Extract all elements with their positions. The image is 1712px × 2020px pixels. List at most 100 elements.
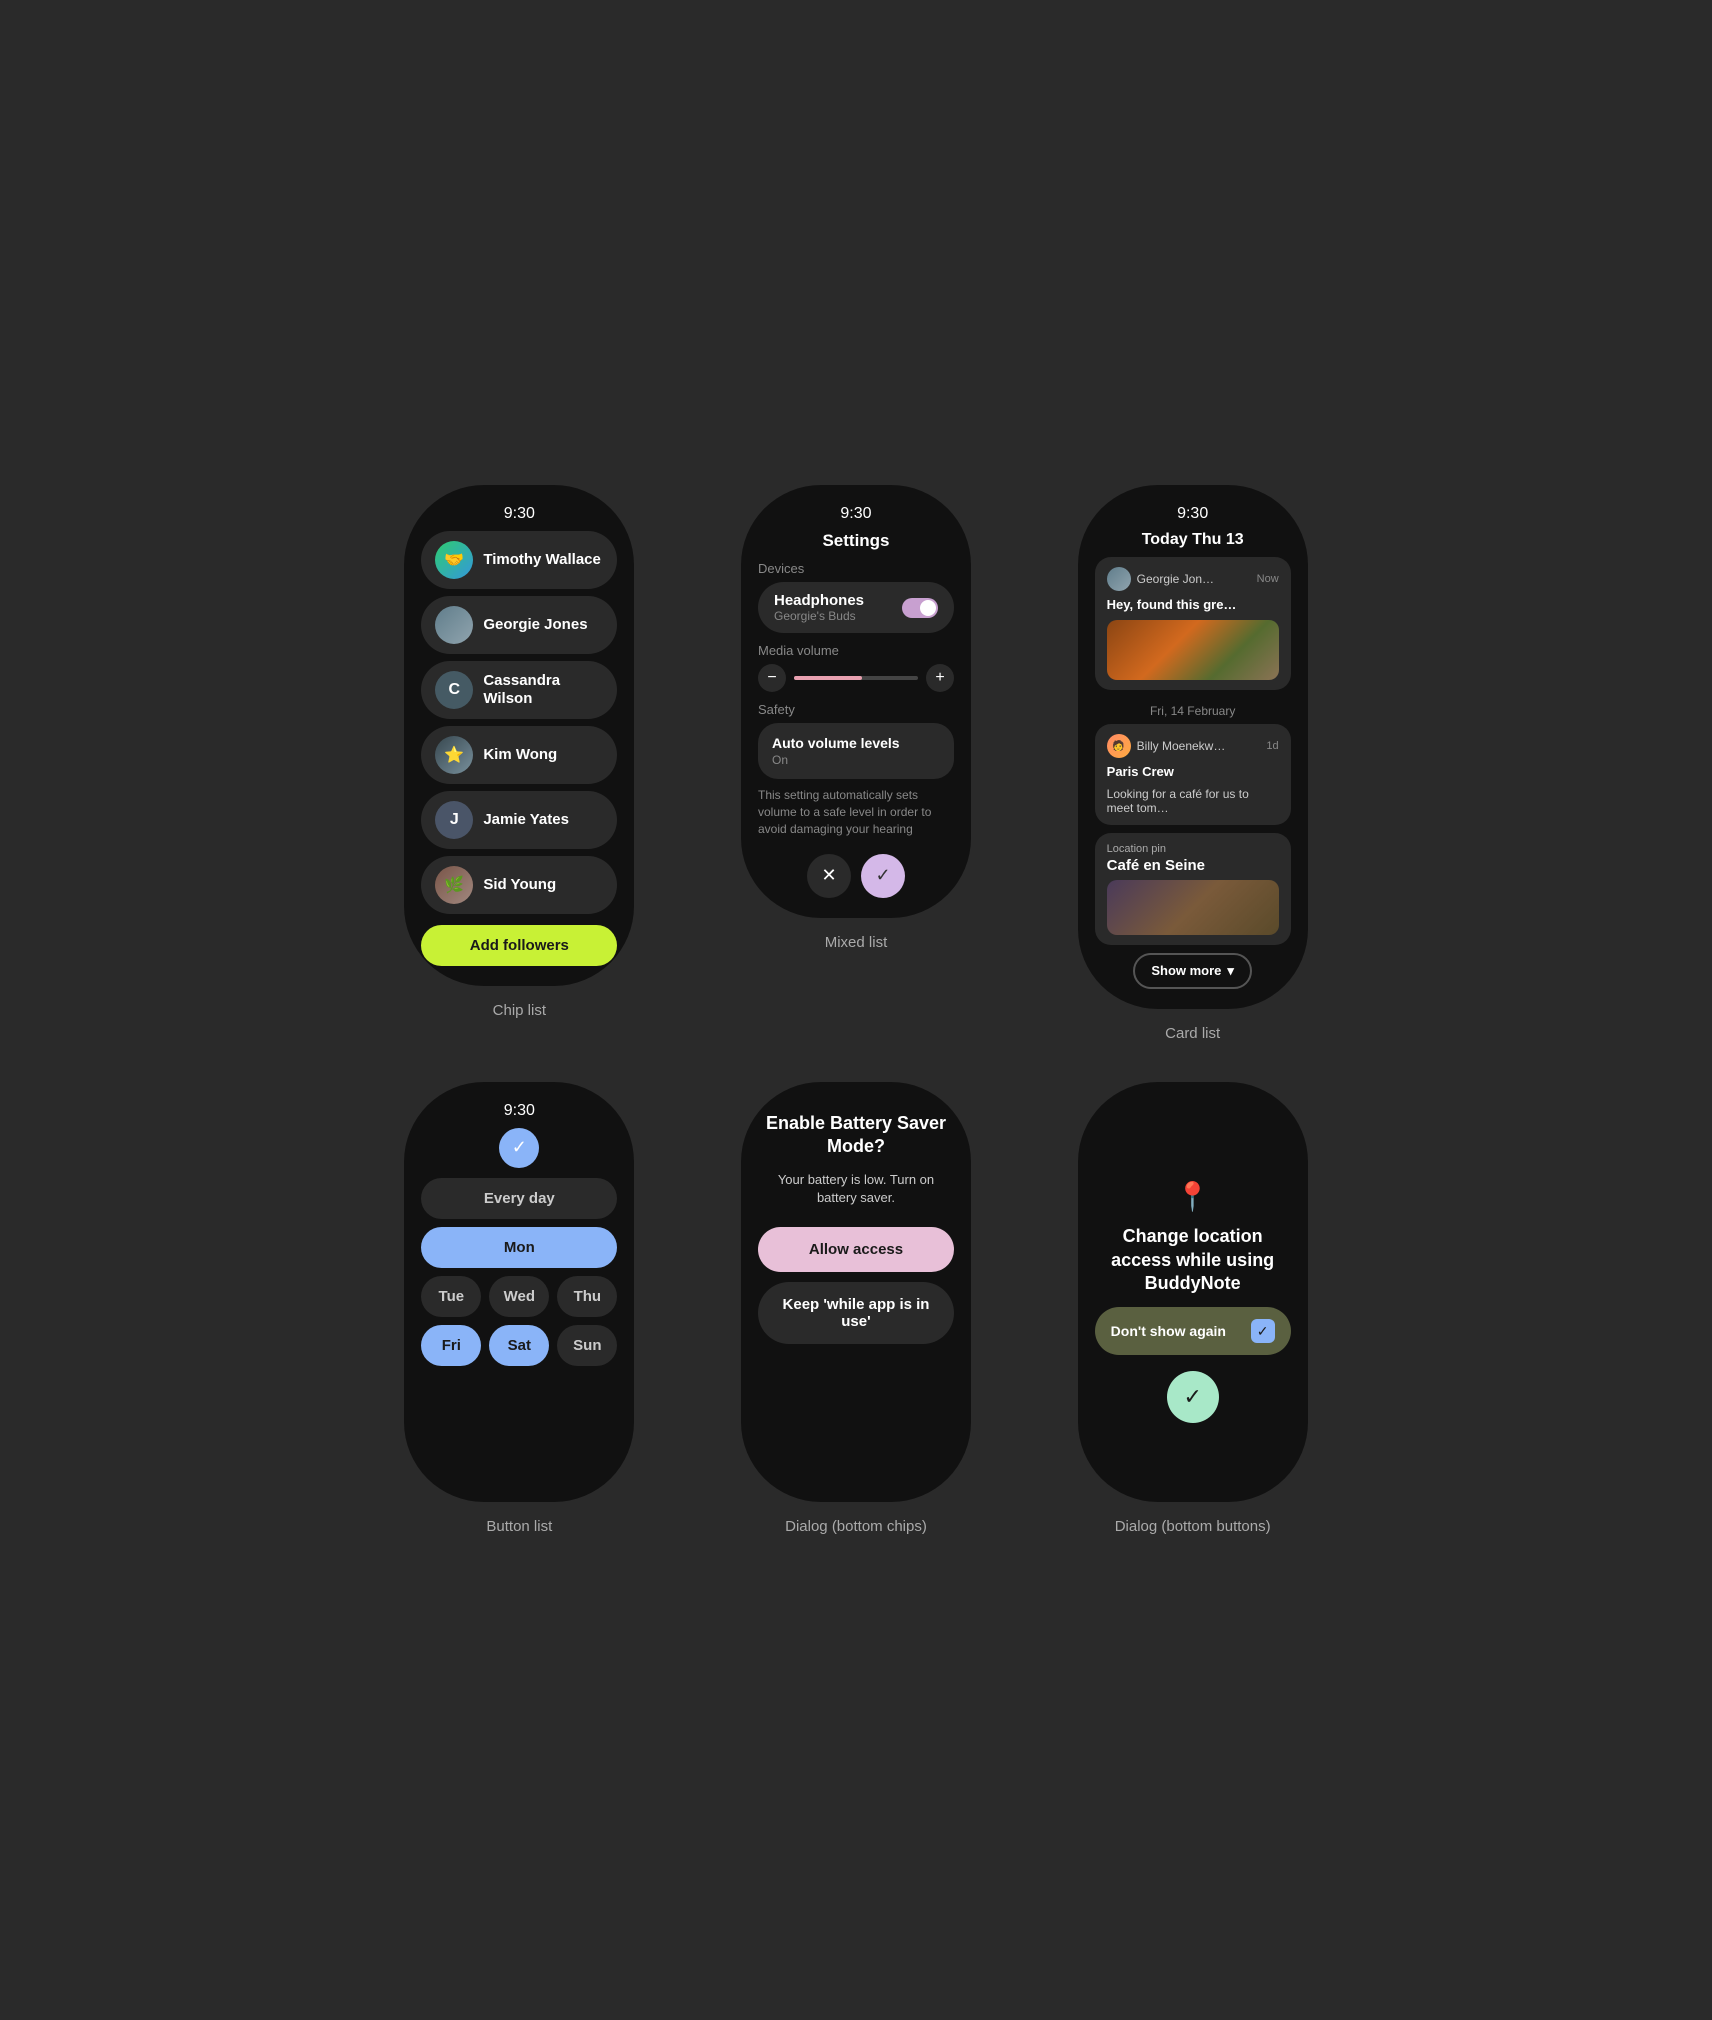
- notif-time-billy: 1d: [1266, 740, 1278, 752]
- volume-up-button[interactable]: +: [926, 664, 954, 692]
- device-dialog-chips: Enable Battery Saver Mode? Your battery …: [741, 1082, 971, 1502]
- contact-jamie[interactable]: J Jamie Yates: [421, 791, 617, 849]
- dont-show-again-row[interactable]: Don't show again ✓: [1095, 1307, 1291, 1355]
- device-card-list: 9:30 Today Thu 13 Georgie Jon… Now Hey, …: [1078, 485, 1308, 1009]
- time-mixed: 9:30: [840, 505, 871, 523]
- card-list-label: Card list: [1165, 1025, 1220, 1042]
- dont-show-label: Don't show again: [1111, 1323, 1226, 1339]
- contact-sid[interactable]: 🌿 Sid Young: [421, 856, 617, 914]
- contact-georgie[interactable]: Georgie Jones: [421, 596, 617, 654]
- name-georgie: Georgie Jones: [483, 616, 587, 634]
- headphones-toggle[interactable]: [902, 598, 938, 618]
- add-followers-button[interactable]: Add followers: [421, 925, 617, 966]
- notif-georgie[interactable]: Georgie Jon… Now Hey, found this gre…: [1095, 557, 1291, 690]
- time-card: 9:30: [1177, 505, 1208, 523]
- show-more-label: Show more: [1151, 963, 1221, 978]
- avatar-cassandra: C: [435, 671, 473, 709]
- dialog-buttons-label: Dialog (bottom buttons): [1115, 1518, 1271, 1535]
- volume-bar[interactable]: [794, 676, 918, 680]
- auto-volume-title: Auto volume levels: [772, 735, 940, 751]
- safety-label: Safety: [758, 702, 954, 717]
- avatar-jamie: J: [435, 801, 473, 839]
- day-thu[interactable]: Thu: [557, 1276, 617, 1317]
- contact-timothy[interactable]: 🤝 Timothy Wallace: [421, 531, 617, 589]
- volume-down-button[interactable]: −: [758, 664, 786, 692]
- mixed-list-label: Mixed list: [825, 934, 888, 951]
- button-list-label: Button list: [486, 1518, 552, 1535]
- notif-name-georgie: Georgie Jon…: [1137, 572, 1251, 586]
- widget-chip-list: 9:30 🤝 Timothy Wallace Georgie Jones C C…: [366, 485, 673, 1042]
- device-button-list: 9:30 ✓ Every day Mon Tue Wed Thu Fri Sat…: [404, 1082, 634, 1502]
- widget-mixed-list: 9:30 Settings Devices Headphones Georgie…: [703, 485, 1010, 1042]
- avatar-georgie-small: [1107, 567, 1131, 591]
- name-cassandra: Cassandra Wilson: [483, 672, 603, 708]
- battery-dialog-title: Enable Battery Saver Mode?: [757, 1112, 955, 1159]
- dont-show-checkbox[interactable]: ✓: [1251, 1319, 1275, 1343]
- notif-image-food: [1107, 620, 1279, 680]
- device-mixed-list: 9:30 Settings Devices Headphones Georgie…: [741, 485, 971, 917]
- name-timothy: Timothy Wallace: [483, 551, 601, 569]
- settings-title: Settings: [822, 531, 889, 551]
- volume-row: − +: [758, 664, 954, 692]
- day-tue[interactable]: Tue: [421, 1276, 481, 1317]
- location-name: Café en Seine: [1107, 857, 1279, 874]
- notif-name-billy: Billy Moenekw…: [1137, 739, 1261, 753]
- auto-volume-row[interactable]: Auto volume levels On: [758, 723, 954, 779]
- day-sat[interactable]: Sat: [489, 1325, 549, 1366]
- day-mon[interactable]: Mon: [421, 1227, 617, 1268]
- notif-title-billy: Paris Crew: [1107, 764, 1279, 781]
- notif-title-georgie: Hey, found this gre…: [1107, 597, 1279, 614]
- time-chip: 9:30: [504, 505, 535, 523]
- day-wed[interactable]: Wed: [489, 1276, 549, 1317]
- allow-access-button[interactable]: Allow access: [758, 1227, 954, 1272]
- battery-dialog-body: Your battery is low. Turn on battery sav…: [757, 1171, 955, 1207]
- day-fri[interactable]: Fri: [421, 1325, 481, 1366]
- device-chip-list: 9:30 🤝 Timothy Wallace Georgie Jones C C…: [404, 485, 634, 986]
- chip-list-label: Chip list: [493, 1002, 546, 1019]
- widget-card-list: 9:30 Today Thu 13 Georgie Jon… Now Hey, …: [1039, 485, 1346, 1042]
- location-card[interactable]: Location pin Café en Seine: [1095, 833, 1291, 945]
- auto-volume-sub: On: [772, 753, 940, 767]
- confirm-button[interactable]: ✓: [861, 854, 905, 898]
- location-dialog-title: Change location access while using Buddy…: [1094, 1225, 1292, 1295]
- day-every-day[interactable]: Every day: [421, 1178, 617, 1219]
- location-image: [1107, 880, 1279, 935]
- avatar-sid: 🌿: [435, 866, 473, 904]
- volume-controls: − +: [758, 664, 954, 692]
- day-sun[interactable]: Sun: [557, 1325, 617, 1366]
- notif-body-billy: Looking for a café for us to meet tom…: [1107, 787, 1279, 815]
- device-info: Headphones Georgie's Buds: [774, 592, 864, 623]
- cancel-button[interactable]: ✕: [807, 854, 851, 898]
- today-header: Today Thu 13: [1142, 531, 1244, 549]
- auto-volume-desc: This setting automatically sets volume t…: [758, 787, 954, 837]
- main-container: 9:30 🤝 Timothy Wallace Georgie Jones C C…: [326, 445, 1386, 1575]
- name-sid: Sid Young: [483, 876, 556, 894]
- checkmark-top-icon: ✓: [499, 1128, 539, 1168]
- notif-time-georgie: Now: [1257, 573, 1279, 585]
- date-divider: Fri, 14 February: [1150, 704, 1235, 718]
- show-more-button[interactable]: Show more ▾: [1133, 953, 1252, 989]
- headphones-row[interactable]: Headphones Georgie's Buds: [758, 582, 954, 633]
- confirm-checkmark-icon: ✓: [1183, 1384, 1201, 1410]
- contact-cassandra[interactable]: C Cassandra Wilson: [421, 661, 617, 719]
- location-label: Location pin: [1107, 843, 1279, 855]
- widget-dialog-chips: Enable Battery Saver Mode? Your battery …: [703, 1082, 1010, 1535]
- notif-header-billy: 🧑 Billy Moenekw… 1d: [1107, 734, 1279, 758]
- location-confirm-button[interactable]: ✓: [1167, 1371, 1219, 1423]
- keep-while-in-use-button[interactable]: Keep 'while app is in use': [758, 1282, 954, 1344]
- food-image-bg: [1107, 620, 1279, 680]
- volume-fill: [794, 676, 862, 680]
- chevron-down-icon: ▾: [1227, 963, 1234, 979]
- settings-actions: ✕ ✓: [807, 854, 905, 898]
- dialog-chips-label: Dialog (bottom chips): [785, 1518, 927, 1535]
- avatar-georgie: [435, 606, 473, 644]
- location-pin-icon: 📍: [1175, 1180, 1210, 1213]
- device-sub: Georgie's Buds: [774, 609, 864, 623]
- notif-billy[interactable]: 🧑 Billy Moenekw… 1d Paris Crew Looking f…: [1095, 724, 1291, 825]
- widget-button-list: 9:30 ✓ Every day Mon Tue Wed Thu Fri Sat…: [366, 1082, 673, 1535]
- time-button: 9:30: [504, 1102, 535, 1120]
- contact-kim[interactable]: ⭐ Kim Wong: [421, 726, 617, 784]
- notif-header-georgie: Georgie Jon… Now: [1107, 567, 1279, 591]
- device-name: Headphones: [774, 592, 864, 609]
- name-kim: Kim Wong: [483, 746, 557, 764]
